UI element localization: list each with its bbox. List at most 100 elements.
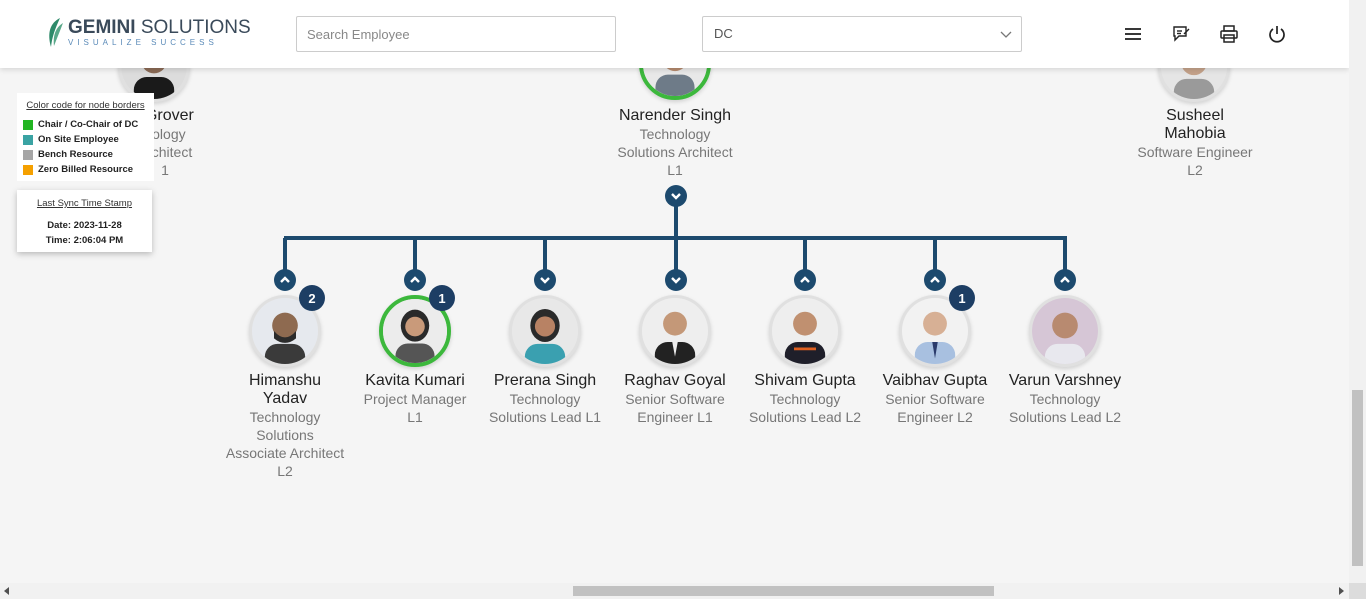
- employee-role: Senior Software: [885, 391, 985, 407]
- leaf-logo-icon: [49, 18, 63, 47]
- legend-title: Color code for node borders: [26, 100, 145, 111]
- chevron-up-icon: [930, 276, 940, 283]
- chevron-down-icon: [540, 277, 550, 284]
- node-kavita-kumari[interactable]: Kavita Kumari Project Manager L1: [350, 372, 480, 426]
- legend-swatch: [23, 134, 33, 145]
- employee-role: Solutions Lead L2: [1008, 409, 1122, 425]
- legend-label: Zero Billed Resource: [38, 164, 134, 175]
- horizontal-scrollbar[interactable]: [0, 583, 1349, 599]
- subordinate-count-badge[interactable]: 1: [429, 285, 455, 311]
- department-select-value: DC: [714, 26, 733, 41]
- employee-role: L1: [407, 409, 423, 425]
- subordinate-count-badge[interactable]: 1: [949, 285, 975, 311]
- node-susheel-mahobia[interactable]: Susheel Mahobia Software Engineer L2: [1120, 107, 1270, 179]
- legend-label: On Site Employee: [38, 134, 119, 145]
- collapse-children-toggle[interactable]: [665, 185, 687, 207]
- search-employee-input[interactable]: [296, 16, 616, 52]
- employee-role: Software Engineer: [1137, 144, 1253, 160]
- node-prerana-singh[interactable]: Prerana Singh Technology Solutions Lead …: [480, 372, 610, 426]
- gemini-logo[interactable]: GEMINI SOLUTIONS VISUALIZE SUCCESS: [46, 17, 251, 49]
- employee-role: Solutions: [256, 427, 314, 443]
- department-select[interactable]: DC: [702, 16, 1022, 52]
- legend-item: Chair / Co-Chair of DC: [23, 117, 148, 132]
- expand-toggle-vaibhav[interactable]: [924, 269, 946, 291]
- node-vaibhav-gupta[interactable]: Vaibhav Gupta Senior Software Engineer L…: [870, 372, 1000, 426]
- expand-toggle-shivam[interactable]: [794, 269, 816, 291]
- legend-swatch: [23, 119, 33, 130]
- employee-name: Susheel: [1166, 107, 1224, 124]
- employee-role: Technology: [1029, 391, 1101, 407]
- node-himanshu-yadav[interactable]: Himanshu Yadav Technology Solutions Asso…: [220, 372, 350, 480]
- scroll-right-arrow-icon[interactable]: [1337, 587, 1345, 595]
- vertical-scrollbar-thumb[interactable]: [1352, 390, 1363, 566]
- employee-role: Solutions Lead L2: [748, 409, 862, 425]
- sync-title: Last Sync Time Stamp: [36, 198, 133, 209]
- vertical-scrollbar[interactable]: [1349, 0, 1366, 583]
- sync-time: Time: 2:06:04 PM: [45, 235, 124, 246]
- chevron-up-icon: [410, 276, 420, 283]
- employee-role: L2: [277, 463, 293, 479]
- print-button[interactable]: [1219, 24, 1239, 44]
- avatar-varun-varshney[interactable]: [1029, 295, 1101, 367]
- employee-name: Shivam Gupta: [754, 372, 856, 389]
- employee-role: Senior Software: [625, 391, 725, 407]
- employee-role: Technology: [769, 391, 841, 407]
- feedback-button[interactable]: [1171, 24, 1191, 44]
- employee-role: Technology: [509, 391, 581, 407]
- menu-icon: [1125, 28, 1141, 40]
- org-chart-canvas[interactable]: : Grover nology Architect 1 Narender Sin…: [0, 0, 1349, 583]
- employee-name: Narender Singh: [618, 107, 732, 124]
- employee-role: Associate Architect: [225, 445, 345, 461]
- border-color-legend: Color code for node borders Chair / Co-C…: [17, 93, 154, 181]
- employee-role: L2: [1187, 162, 1203, 178]
- menu-button[interactable]: [1123, 24, 1143, 44]
- subordinate-count-badge[interactable]: 2: [299, 285, 325, 311]
- legend-swatch: [23, 149, 33, 160]
- employee-name: Prerana Singh: [493, 372, 597, 389]
- employee-name: Himanshu: [248, 372, 322, 389]
- employee-role: Solutions Lead L1: [488, 409, 602, 425]
- employee-name: Varun Varshney: [1008, 372, 1122, 389]
- legend-label: Bench Resource: [38, 149, 113, 160]
- avatar-shivam-gupta[interactable]: [769, 295, 841, 367]
- logo-subtitle: VISUALIZE SUCCESS: [68, 38, 218, 47]
- employee-role: Technology: [249, 409, 321, 425]
- employee-role: Solutions Architect: [617, 144, 733, 160]
- chevron-down-icon: [671, 193, 681, 200]
- legend-item: Zero Billed Resource: [23, 162, 148, 177]
- logout-button[interactable]: [1267, 24, 1287, 44]
- chevron-up-icon: [280, 276, 290, 283]
- expand-toggle-varun[interactable]: [1054, 269, 1076, 291]
- employee-name: Raghav Goyal: [624, 372, 726, 389]
- chevron-down-icon: [1000, 31, 1012, 38]
- avatar-prerana-singh[interactable]: [509, 295, 581, 367]
- last-sync-panel: Last Sync Time Stamp Date: 2023-11-28 Ti…: [17, 190, 152, 252]
- expand-toggle-prerana[interactable]: [534, 269, 556, 291]
- employee-name: Vaibhav Gupta: [882, 372, 988, 389]
- node-varun-varshney[interactable]: Varun Varshney Technology Solutions Lead…: [1000, 372, 1130, 426]
- expand-toggle-kavita[interactable]: [404, 269, 426, 291]
- feedback-icon: [1173, 26, 1190, 42]
- avatar-raghav-goyal[interactable]: [639, 295, 711, 367]
- scrollbar-corner: [1349, 583, 1366, 599]
- employee-name: Kavita Kumari: [365, 372, 465, 389]
- legend-item: On Site Employee: [23, 132, 148, 147]
- scroll-left-arrow-icon[interactable]: [3, 587, 11, 595]
- horizontal-scrollbar-thumb[interactable]: [573, 586, 994, 596]
- logo-title: GEMINI SOLUTIONS: [68, 17, 251, 38]
- employee-name: Yadav: [262, 390, 308, 407]
- legend-swatch: [23, 164, 33, 175]
- employee-role: L1: [667, 162, 683, 178]
- expand-toggle-raghav[interactable]: [665, 269, 687, 291]
- print-icon: [1220, 25, 1238, 43]
- top-header: GEMINI SOLUTIONS VISUALIZE SUCCESS DC: [0, 0, 1349, 68]
- sync-date: Date: 2023-11-28: [47, 220, 122, 231]
- employee-name: Mahobia: [1164, 125, 1226, 142]
- node-shivam-gupta[interactable]: Shivam Gupta Technology Solutions Lead L…: [740, 372, 870, 426]
- chevron-up-icon: [800, 276, 810, 283]
- node-raghav-goyal[interactable]: Raghav Goyal Senior Software Engineer L1: [610, 372, 740, 426]
- chevron-down-icon: [671, 277, 681, 284]
- node-narender-singh[interactable]: Narender Singh Technology Solutions Arch…: [600, 107, 750, 179]
- expand-toggle-himanshu[interactable]: [274, 269, 296, 291]
- power-icon: [1269, 26, 1285, 43]
